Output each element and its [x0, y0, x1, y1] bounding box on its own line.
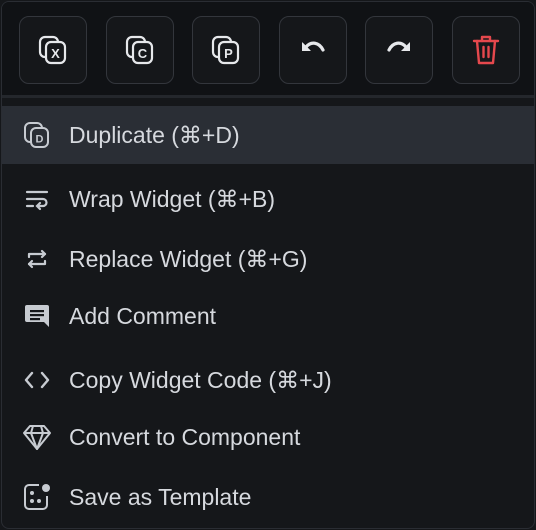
menu-item-label: Save as Template	[69, 483, 252, 510]
undo-button[interactable]	[279, 16, 347, 84]
cut-button[interactable]: X	[19, 16, 87, 84]
action-toolbar: X C P	[2, 2, 534, 98]
menu-item-label: Convert to Component	[69, 423, 301, 450]
wrap-icon	[21, 183, 53, 215]
copy-icon: C	[125, 35, 155, 65]
cut-letter: X	[51, 46, 60, 61]
copy-letter: C	[138, 46, 148, 61]
cut-icon: X	[38, 35, 68, 65]
menu-item-save-as-template[interactable]: Save as Template	[2, 468, 534, 526]
svg-text:D: D	[36, 134, 44, 146]
menu-item-label: Add Comment	[69, 302, 217, 329]
diamond-icon	[21, 421, 53, 453]
context-menu: X C P D Duplicate (⌘+D) Wrap Widget (⌘+B…	[1, 1, 535, 529]
undo-icon	[298, 35, 328, 65]
redo-icon	[384, 35, 414, 65]
paste-button[interactable]: P	[192, 16, 260, 84]
menu-item-label: Wrap Widget (⌘+B)	[69, 185, 275, 212]
menu-item-copy-widget-code[interactable]: Copy Widget Code (⌘+J)	[2, 351, 534, 409]
comment-icon	[21, 300, 53, 332]
template-icon	[21, 481, 53, 513]
menu-item-label: Replace Widget (⌘+G)	[69, 245, 308, 272]
duplicate-icon: D	[21, 119, 53, 151]
copy-button[interactable]: C	[106, 16, 174, 84]
delete-button[interactable]	[452, 16, 520, 84]
replace-icon	[21, 243, 53, 275]
menu-item-label: Copy Widget Code (⌘+J)	[69, 366, 332, 393]
menu-item-replace-widget[interactable]: Replace Widget (⌘+G)	[2, 230, 534, 288]
trash-icon	[471, 34, 501, 66]
code-icon	[21, 364, 53, 396]
menu-item-convert-to-component[interactable]: Convert to Component	[2, 408, 534, 466]
menu-item-add-comment[interactable]: Add Comment	[2, 287, 534, 345]
paste-icon: P	[211, 35, 241, 65]
redo-button[interactable]	[365, 16, 433, 84]
menu-item-duplicate[interactable]: D Duplicate (⌘+D)	[2, 106, 534, 164]
paste-letter: P	[224, 46, 233, 61]
menu-item-label: Duplicate (⌘+D)	[69, 121, 240, 148]
menu-item-wrap-widget[interactable]: Wrap Widget (⌘+B)	[2, 170, 534, 228]
